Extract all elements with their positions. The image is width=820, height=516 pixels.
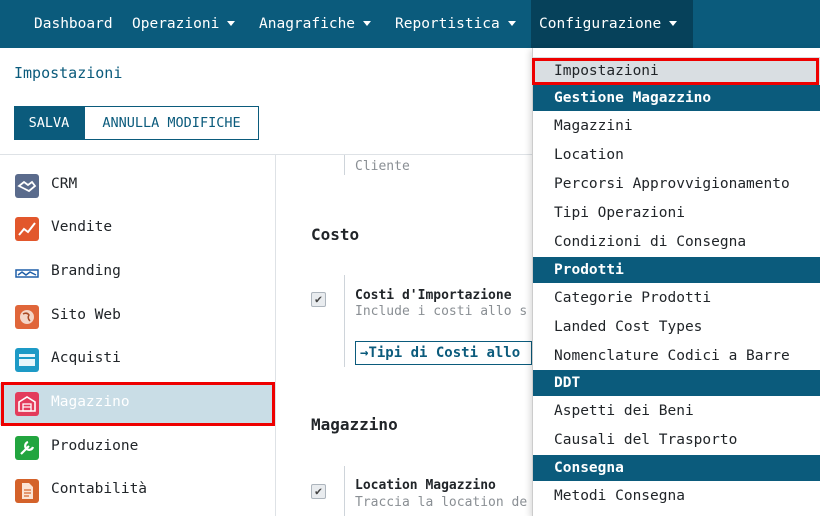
sidebar-item-label: CRM [51, 176, 78, 192]
sidebar-item-acquisti[interactable]: Acquisti [0, 339, 275, 381]
menu-header-consegna: Consegna [533, 455, 820, 481]
nav-configurazione-label: Configurazione [539, 16, 662, 32]
menu-item-percorsi-approvvigionamento[interactable]: Percorsi Approvvigionamento [533, 170, 820, 199]
caret-down-icon [507, 20, 516, 26]
credit-card-icon [15, 348, 39, 372]
nav-configurazione[interactable]: Configurazione [531, 0, 693, 48]
nav-operazioni[interactable]: Operazioni [124, 0, 243, 48]
sidebar-item-label: Sito Web [51, 307, 121, 323]
setting-description: Traccia la location de [355, 495, 528, 510]
nav-dashboard-label: Dashboard [34, 16, 113, 32]
menu-item-location[interactable]: Location [533, 141, 820, 170]
sidebar-item-label: Branding [51, 263, 121, 279]
menu-header-prodotti: Prodotti [533, 257, 820, 283]
sidebar-item-vendite[interactable]: Vendite [0, 208, 275, 250]
caret-down-icon [363, 20, 372, 26]
menu-item-landed-cost-types[interactable]: Landed Cost Types [533, 313, 820, 342]
section-title-magazzino: Magazzino [311, 415, 398, 434]
menu-item-metodi-consegna[interactable]: Metodi Consegna [533, 482, 820, 511]
setting-title-costi-importazione: Costi d'Importazione [355, 288, 512, 303]
menu-item-categorie-prodotti[interactable]: Categorie Prodotti [533, 284, 820, 313]
nav-anagrafiche-label: Anagrafiche [259, 16, 356, 32]
section-title-costo: Costo [311, 225, 360, 244]
checkbox-costi-importazione[interactable]: ✔ [311, 292, 326, 307]
sidebar-item-label: Magazzino [51, 394, 130, 410]
menu-header-gestione-magazzino: Gestione Magazzino [533, 85, 820, 111]
nav-reportistica-label: Reportistica [395, 16, 500, 32]
handshake-icon [15, 174, 39, 198]
wrench-icon [15, 436, 39, 460]
link-label: Tipi di Costi allo [368, 345, 521, 361]
menu-item-causali-trasporto[interactable]: Causali del Trasporto [533, 426, 820, 455]
nav-reportistica[interactable]: Reportistica [387, 0, 524, 48]
setting-description: Cliente [355, 159, 410, 174]
page-title: Impostazioni [14, 64, 123, 82]
setting-description: Include i costi allo s [355, 304, 528, 319]
setting-title-location-magazzino: Location Magazzino [355, 478, 496, 493]
warehouse-icon [15, 392, 39, 416]
settings-sidebar: CRM Vendite Branding Sito Web Acquisti M… [0, 155, 276, 516]
caret-down-icon [669, 20, 678, 26]
nav-dashboard[interactable]: Dashboard [26, 0, 121, 48]
cancel-button[interactable]: ANNULLA MODIFICHE [84, 106, 259, 140]
setting-divider [344, 466, 345, 516]
menu-item-aspetti-beni[interactable]: Aspetti dei Beni [533, 397, 820, 426]
sidebar-item-branding[interactable]: Branding [0, 252, 275, 294]
chart-line-icon [15, 217, 39, 241]
setting-divider [344, 155, 345, 175]
nav-operazioni-label: Operazioni [132, 16, 220, 32]
sidebar-item-label: Contabilità [51, 481, 148, 497]
sidebar-item-label: Acquisti [51, 350, 121, 366]
checkbox-location-magazzino[interactable]: ✔ [311, 484, 326, 499]
sidebar-item-crm[interactable]: CRM [0, 165, 275, 207]
configurazione-dropdown: Impostazioni Gestione Magazzino Magazzin… [532, 48, 820, 516]
menu-item-tipi-operazioni[interactable]: Tipi Operazioni [533, 199, 820, 228]
menu-item-nomenclature-codici-barre[interactable]: Nomenclature Codici a Barre [533, 342, 820, 371]
caret-down-icon [227, 20, 236, 26]
sidebar-item-magazzino[interactable]: Magazzino [0, 383, 275, 425]
sidebar-item-produzione[interactable]: Produzione [0, 427, 275, 469]
top-navbar: Dashboard Operazioni Anagrafiche Reporti… [0, 0, 820, 48]
save-button[interactable]: SALVA [14, 106, 84, 140]
link-tipi-costi[interactable]: →Tipi di Costi allo [355, 341, 532, 365]
sidebar-item-label: Produzione [51, 438, 139, 454]
sidebar-item-label: Vendite [51, 219, 113, 235]
brand-logo-icon [15, 261, 39, 285]
menu-item-impostazioni[interactable]: Impostazioni [533, 57, 820, 86]
document-icon [15, 479, 39, 503]
menu-header-ddt: DDT [533, 370, 820, 396]
setting-divider [344, 275, 345, 367]
sidebar-item-sito-web[interactable]: Sito Web [0, 296, 275, 338]
sidebar-item-contabilita[interactable]: Contabilità [0, 470, 275, 512]
menu-item-condizioni-consegna[interactable]: Condizioni di Consegna [533, 228, 820, 257]
menu-item-magazzini[interactable]: Magazzini [533, 112, 820, 141]
globe-icon [15, 305, 39, 329]
nav-anagrafiche[interactable]: Anagrafiche [251, 0, 379, 48]
